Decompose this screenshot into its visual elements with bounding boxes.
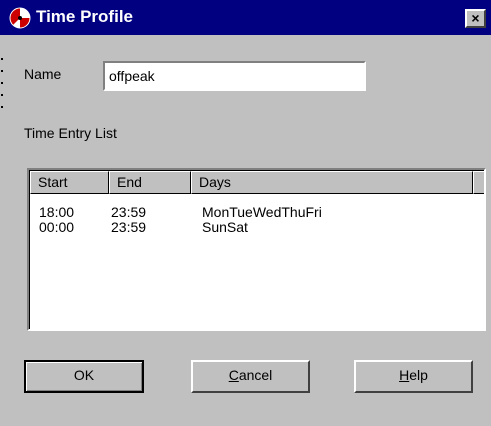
table-row[interactable]: 00:00 23:59 SunSat <box>30 220 484 235</box>
cell-days: MonTueWedThuFri <box>202 204 322 220</box>
list-header: Start End Days <box>30 171 484 194</box>
cell-start: 00:00 <box>39 219 75 235</box>
help-mnemonic: H <box>399 367 410 383</box>
ok-button[interactable]: OK <box>24 360 144 393</box>
time-entry-list-label: Time Entry List <box>24 125 117 141</box>
column-header-filler <box>473 171 484 194</box>
cell-end: 23:59 <box>111 204 147 220</box>
time-profile-app-icon <box>9 7 31 29</box>
cell-end: 23:59 <box>111 219 147 235</box>
help-button[interactable]: Help <box>354 360 473 393</box>
help-label-rest: elp <box>409 367 428 383</box>
name-label: Name <box>24 66 62 82</box>
cancel-label-rest: ancel <box>238 367 273 383</box>
title-bar[interactable]: Time Profile × <box>0 0 491 35</box>
cell-days: SunSat <box>202 219 248 235</box>
column-header-end[interactable]: End <box>109 171 191 194</box>
cancel-button[interactable]: Cancel <box>191 360 310 393</box>
cancel-mnemonic: C <box>228 367 239 383</box>
time-entry-list[interactable]: Start End Days 18:00 23:59 MonTueWedThuF… <box>27 168 486 331</box>
close-icon: × <box>471 10 480 26</box>
resize-grip-icon <box>1 58 3 108</box>
cell-start: 18:00 <box>39 204 75 220</box>
close-button[interactable]: × <box>465 9 486 28</box>
table-row[interactable]: 18:00 23:59 MonTueWedThuFri <box>30 205 484 220</box>
time-profile-dialog: Time Profile × Name offpeak Time Entry L… <box>0 0 491 426</box>
name-input[interactable]: offpeak <box>103 61 366 91</box>
column-header-start[interactable]: Start <box>30 171 109 194</box>
window-title: Time Profile <box>36 7 133 26</box>
column-header-days[interactable]: Days <box>191 171 473 194</box>
